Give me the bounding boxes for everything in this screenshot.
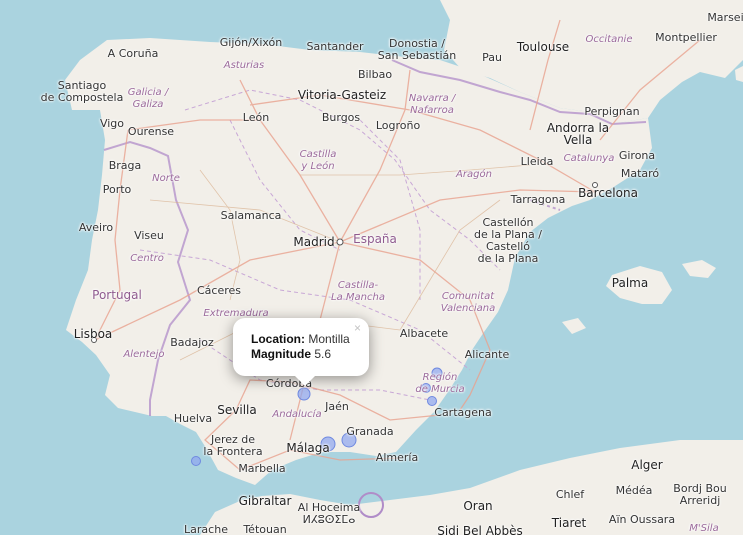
city-label: Pau: [482, 51, 502, 64]
region-label: Andalucía: [272, 409, 322, 420]
city-label: Donostia / San Sebastián: [377, 37, 457, 62]
region-label: Aragón: [456, 169, 492, 180]
region-label: Galicia / Galiza: [127, 87, 169, 110]
city-label: Almería: [375, 451, 419, 464]
city-label: Gibraltar: [238, 494, 292, 508]
city-label: Madrid: [293, 235, 335, 249]
city-label: Huelva: [173, 412, 213, 425]
city-label: Jaén: [325, 400, 349, 413]
city-label: A Coruña: [107, 47, 159, 60]
city-label: Burgos: [321, 111, 361, 124]
region-label: Castilla y León: [299, 149, 337, 172]
region-label: Centro: [130, 253, 164, 264]
region-label: Comunitat Valenciana: [440, 291, 496, 314]
city-label: Granada: [346, 425, 394, 438]
city-label: Barcelona: [578, 186, 638, 200]
city-label: Chlef: [555, 488, 585, 501]
city-label: Logroño: [375, 119, 421, 132]
city-label: Tarragona: [510, 193, 566, 206]
city-label: Tiaret: [551, 516, 587, 530]
city-label: Ourense: [127, 125, 175, 138]
city-label: Viseu: [134, 229, 164, 242]
city-label: Andorra la Vella: [546, 121, 610, 147]
city-label: Albacete: [399, 327, 449, 340]
city-label: Badajoz: [170, 336, 214, 349]
country-label: Portugal: [92, 288, 142, 302]
city-label: Santiago de Compostela: [40, 79, 124, 104]
city-label: Bordj Bou Arreridj: [673, 482, 727, 507]
city-label: Oran: [463, 499, 493, 513]
city-label: Cartagena: [434, 406, 492, 419]
region-label: Castilla- La Mancha: [331, 280, 385, 303]
popup-content: Location: Montilla Magnitude 5.6: [251, 332, 350, 362]
popup-tip: [295, 376, 315, 386]
city-label: Aveiro: [78, 221, 114, 234]
close-icon[interactable]: ×: [354, 321, 361, 335]
city-label: Sevilla: [217, 403, 257, 417]
region-label: Norte: [152, 173, 180, 184]
city-label: Santander: [306, 40, 364, 53]
city-label: Mataró: [620, 167, 660, 180]
region-label: M'Sila: [689, 523, 719, 534]
city-label: Cáceres: [196, 284, 242, 297]
region-label: Occitanie: [585, 34, 633, 45]
city-label: Castellón de la Plana / Castelló de la P…: [474, 216, 542, 265]
city-label: Sidi Bel Abbès: [437, 524, 523, 535]
city-label: Jerez de la Frontera: [203, 433, 263, 458]
marker-popup: × Location: Montilla Magnitude 5.6: [233, 318, 369, 386]
city-label: Médéa: [615, 484, 653, 497]
city-label: Tétouan: [243, 523, 287, 535]
city-label: Vigo: [99, 117, 125, 130]
popup-magnitude-row: Magnitude 5.6: [251, 347, 350, 362]
country-label: España: [353, 232, 397, 246]
city-label: Aïn Oussara: [608, 513, 676, 526]
city-label: Vitoria-Gasteiz: [297, 88, 387, 102]
city-label: Toulouse: [516, 40, 570, 54]
city-label: Perpignan: [584, 105, 640, 118]
location-label: Location:: [251, 332, 305, 346]
city-label: Porto: [102, 183, 132, 196]
magnitude-value: 5.6: [314, 347, 332, 361]
city-label: Braga: [108, 159, 142, 172]
city-label: Marseil: [707, 11, 743, 24]
city-label: Lisboa: [73, 327, 113, 341]
city-label: León: [242, 111, 270, 124]
region-label: Catalunya: [563, 153, 615, 164]
city-label: Larache: [184, 523, 228, 535]
location-value: Montilla: [308, 332, 350, 346]
region-label: Navarra / Nafarroa: [408, 93, 456, 116]
city-label: Girona: [618, 149, 656, 162]
city-label: Lleida: [520, 155, 554, 168]
city-label: Al Hoceima ⵍⵃⵓⵙⵉⵎⴰ: [297, 501, 361, 526]
city-label: Alger: [631, 458, 663, 472]
region-label: Asturias: [223, 60, 265, 71]
city-label: Palma: [611, 276, 649, 290]
region-label: Región de Murcia: [415, 372, 465, 395]
city-label: Salamanca: [220, 209, 282, 222]
popup-location-row: Location: Montilla: [251, 332, 350, 347]
city-label: Bilbao: [357, 68, 393, 81]
magnitude-label: Magnitude: [251, 347, 311, 361]
map-view[interactable]: A Coruña Gijón/Xixón Santander Donostia …: [0, 0, 743, 535]
city-label: Málaga: [286, 441, 330, 455]
city-label: Montpellier: [655, 31, 717, 44]
city-label: Gijón/Xixón: [219, 36, 283, 49]
city-label: Alicante: [464, 348, 510, 361]
city-label: Marbella: [238, 462, 286, 475]
region-label: Alentejo: [123, 349, 165, 360]
